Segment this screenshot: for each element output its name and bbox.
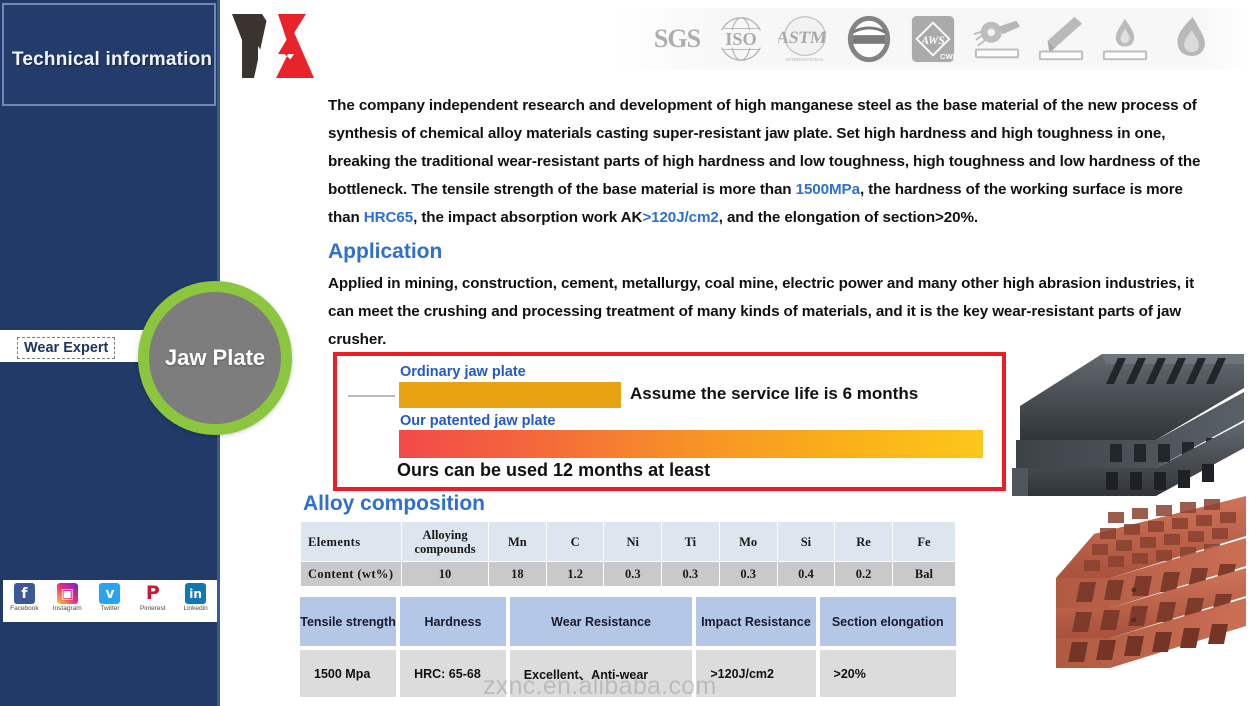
jaw-plate-circle-badge: Jaw Plate (138, 281, 292, 435)
intro-text-4: , the impact absorption work AK (413, 209, 643, 226)
property-header: Section elongation (819, 597, 956, 647)
table-row: Elements Alloying compounds Mn C Ni Ti Mo Si Re F… (299, 521, 957, 562)
alloy-cell: 0.3 (603, 561, 663, 587)
technical-information-header-box: Technical information (2, 3, 216, 106)
application-heading: Application (328, 240, 443, 263)
service-life-comparison-chart: Ordinary jaw plate Assume the service li… (333, 352, 1006, 491)
social-label-instagram: Instagram (52, 605, 82, 612)
property-value: >20% (819, 650, 956, 697)
alloy-cell: 18 (487, 561, 547, 587)
social-label-linkedin: Linkedin (183, 605, 208, 612)
alloy-composition-table: Elements Alloying compounds Mn C Ni Ti Mo Si Re F… (299, 521, 957, 587)
property-header: Impact Resistance (696, 597, 816, 647)
intro-text-6: , and the elongation of section>20%. (718, 209, 978, 226)
alloy-col-header: C (545, 521, 605, 562)
chart-label-patented: Our patented jaw plate (400, 413, 556, 429)
social-link-linkedin[interactable]: in Linkedin (176, 583, 216, 612)
certification-badges-bar: SGS ISO ASTM INTERNATIONAL AWS CWI (612, 8, 1248, 70)
property-header: Tensile strength (300, 597, 397, 647)
dark-jaw-plates-photo (1006, 344, 1248, 504)
property-value: 1500 Mpa (300, 650, 397, 697)
social-label-pinterest: Pinterest (139, 605, 166, 612)
social-label-twitter: Twitter (100, 605, 120, 612)
alloy-cell: 0.3 (661, 561, 720, 587)
social-link-twitter[interactable]: ᴠ Twitter (90, 583, 130, 612)
social-link-pinterest[interactable]: P Pinterest (133, 583, 173, 612)
alloy-cell: Bal (891, 561, 957, 587)
astm-badge-icon: ASTM INTERNATIONAL (775, 12, 835, 66)
alloy-cell: 0.2 (834, 561, 893, 587)
red-jaw-plates-photo (1050, 490, 1252, 698)
application-paragraph: Applied in mining, construction, cement,… (328, 275, 1195, 348)
jaw-plate-circle-label: Jaw Plate (164, 345, 266, 370)
chart-annotation-patented: Ours can be used 12 months at least (397, 460, 711, 480)
wear-expert-badge: Wear Expert (17, 337, 116, 359)
welding-torch-icon (1031, 12, 1091, 66)
flame-drop-icon (1095, 12, 1155, 66)
alloy-col-header: Re (834, 521, 893, 562)
alloy-col-header: Alloying compounds (401, 521, 489, 562)
table-row: Content (wt%) 10 18 1.2 0.3 0.3 0.3 0.4 0.2 Bal (299, 561, 957, 587)
intro-highlight-1: 1500MPa (795, 181, 860, 198)
svg-text:INTERNATIONAL: INTERNATIONAL (786, 57, 824, 63)
iso-badge-icon: ISO (711, 12, 771, 66)
chart-bar-ordinary (399, 382, 621, 408)
intro-paragraph: The company independent research and dev… (328, 92, 1204, 232)
property-header: Wear Resistance (509, 597, 693, 647)
intro-highlight-5: >120J/cm2 (642, 209, 719, 226)
pinterest-icon[interactable]: P (142, 583, 164, 604)
linkedin-icon[interactable]: in (185, 583, 207, 604)
chart-annotation-ordinary: Assume the service life is 6 months (630, 384, 919, 403)
alloy-col-header: Ni (603, 521, 663, 562)
alloy-col-header: Mn (487, 521, 547, 562)
social-links-bar: f Facebook ▣ Instagram ᴠ Twitter P Pinterest in L… (3, 580, 217, 622)
instagram-icon[interactable]: ▣ (56, 583, 78, 604)
property-column: Section elongation >20% (819, 597, 956, 697)
social-link-instagram[interactable]: ▣ Instagram (47, 583, 87, 612)
svg-text:CWI: CWI (940, 52, 955, 61)
alloy-cell: 1.2 (545, 561, 605, 587)
alloy-row-label: Elements (299, 521, 403, 562)
twitter-icon[interactable]: ᴠ (99, 583, 121, 604)
intro-highlight-3: HRC65 (363, 209, 414, 226)
grinding-wheel-icon (967, 12, 1027, 66)
chart-leader-line (348, 395, 395, 397)
alloy-col-header: Mo (718, 521, 778, 562)
alloy-col-header: Ti (661, 521, 720, 562)
sgs-badge-icon: SGS (653, 24, 701, 53)
alloy-row-label: Content (wt%) (299, 561, 403, 587)
property-column: Tensile strength 1500 Mpa (300, 597, 397, 697)
alloy-col-header: Si (776, 521, 836, 562)
alloy-cell: 10 (401, 561, 489, 587)
oval-seal-badge-icon (839, 12, 899, 66)
chart-label-ordinary: Ordinary jaw plate (400, 364, 526, 380)
svg-text:ISO: ISO (725, 29, 756, 49)
property-header: Hardness (400, 597, 506, 647)
svg-text:AWS: AWS (920, 35, 944, 47)
social-link-facebook[interactable]: f Facebook (4, 583, 44, 612)
svg-text:ASTM: ASTM (778, 27, 828, 47)
chart-bar-patented (399, 430, 983, 458)
alloy-cell: 0.4 (776, 561, 836, 587)
aws-cwi-badge-icon: AWS CWI (903, 12, 963, 66)
alloy-col-header: Fe (891, 521, 957, 562)
alloy-composition-heading: Alloy composition (303, 492, 486, 515)
page-title: Technical information (12, 49, 213, 70)
company-logo (228, 6, 320, 86)
site-watermark: zxnc.en.alibaba.com (483, 672, 717, 700)
alloy-cell: 0.3 (718, 561, 778, 587)
facebook-icon[interactable]: f (13, 583, 35, 604)
social-label-facebook: Facebook (10, 605, 39, 612)
flame-icon (1159, 12, 1219, 66)
